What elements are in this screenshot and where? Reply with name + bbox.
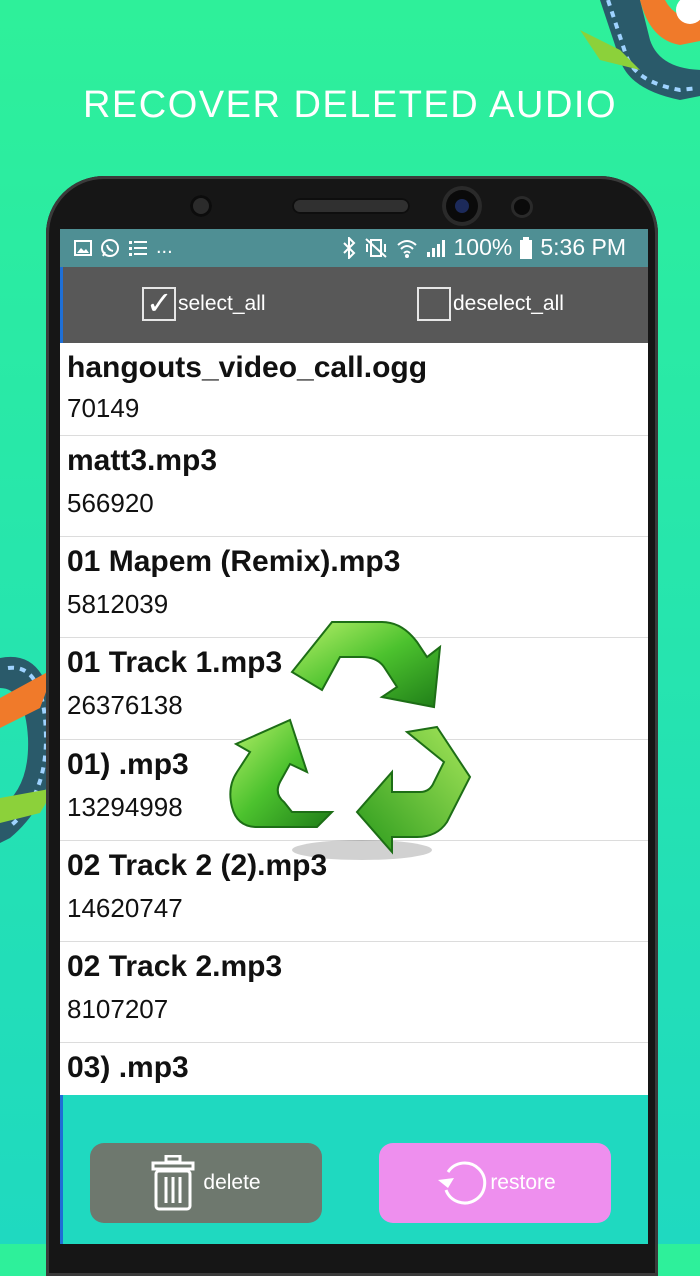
file-size: 13294998	[67, 792, 183, 822]
select-all-label: select_all	[178, 292, 266, 315]
deselect-all-control[interactable]: deselect_all	[417, 287, 564, 321]
file-name: matt3.mp3	[67, 444, 218, 477]
file-size: 5812039	[67, 589, 169, 619]
action-bar: delete restore	[60, 1095, 648, 1244]
vibrate-mute-icon	[364, 237, 387, 258]
list-item[interactable]: 02 Track 2.mp3 8107207	[60, 942, 648, 1043]
file-name: 02 Track 2.mp3	[67, 950, 283, 983]
trash-icon	[151, 1155, 195, 1211]
deselect-all-checkbox[interactable]	[417, 287, 451, 321]
status-more: ...	[156, 236, 173, 258]
list-item[interactable]: hangouts_video_call.ogg 70149	[60, 343, 648, 436]
file-name: hangouts_video_call.ogg	[67, 351, 428, 384]
file-size: 14620747	[67, 893, 183, 923]
proximity-sensor	[190, 195, 212, 217]
selection-toolbar: ✓ select_all deselect_all	[60, 267, 648, 343]
delete-label: delete	[203, 1171, 261, 1194]
signal-icon	[426, 239, 445, 257]
bluetooth-icon	[342, 236, 355, 259]
delete-button[interactable]: delete	[90, 1143, 322, 1223]
status-time: 5:36 PM	[540, 234, 626, 260]
front-camera	[446, 190, 478, 222]
restore-icon	[438, 1161, 487, 1205]
list-icon	[129, 240, 147, 256]
light-sensor	[514, 199, 530, 215]
file-size: 70149	[67, 393, 140, 423]
battery-icon	[520, 236, 533, 259]
select-all-control[interactable]: ✓ select_all	[142, 285, 266, 321]
list-item[interactable]: matt3.mp3 566920	[60, 436, 648, 537]
file-name: 03) .mp3	[67, 1051, 189, 1084]
check-icon: ✓	[146, 285, 173, 321]
recycle-icon	[229, 621, 472, 860]
file-size: 566920	[67, 488, 154, 518]
file-name: 01) .mp3	[67, 748, 189, 781]
deselect-all-label: deselect_all	[453, 292, 564, 315]
image-icon	[74, 239, 92, 256]
wifi-icon	[396, 239, 417, 258]
restore-button[interactable]: restore	[379, 1143, 611, 1223]
battery-percent: 100%	[453, 234, 513, 260]
scroll-edge-indicator	[60, 267, 63, 343]
restore-label: restore	[490, 1171, 556, 1194]
scroll-edge-indicator	[60, 1095, 63, 1244]
file-size: 8107207	[67, 994, 169, 1024]
film-strip-decoration	[580, 0, 700, 100]
select-all-checkbox[interactable]: ✓	[142, 285, 176, 321]
file-name: 01 Mapem (Remix).mp3	[67, 545, 401, 578]
file-size: 26376138	[67, 690, 183, 720]
earpiece-speaker	[292, 198, 410, 214]
whatsapp-icon	[101, 238, 119, 257]
status-right-icons: 100% 5:36 PM	[342, 234, 626, 261]
status-bar: ... 100% 5:36 PM	[60, 229, 648, 267]
status-left-icons: ...	[74, 236, 173, 259]
